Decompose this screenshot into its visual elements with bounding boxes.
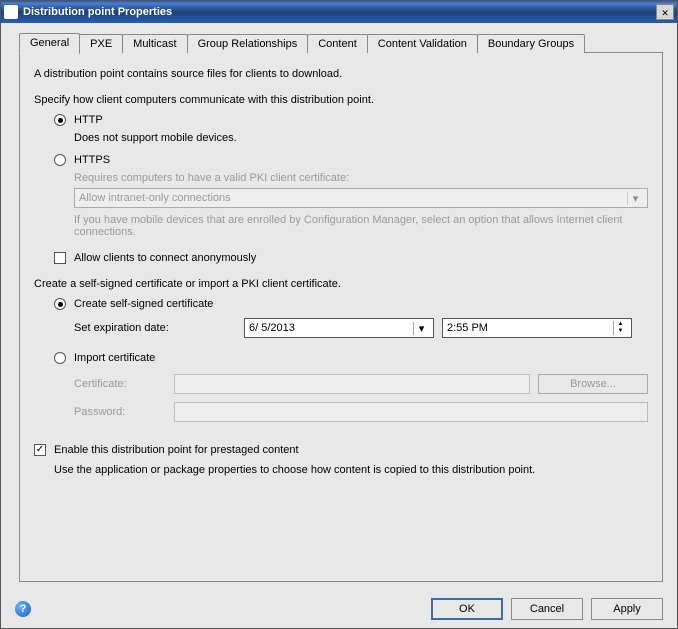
tab-content[interactable]: Content (307, 34, 368, 53)
anon-label: Allow clients to connect anonymously (74, 252, 256, 264)
intro-text: A distribution point contains source fil… (34, 68, 648, 80)
certificate-input (174, 374, 530, 394)
radio-import-row[interactable]: Import certificate (54, 352, 648, 364)
dialog-window: Distribution point Properties ✕ General … (0, 0, 678, 629)
radio-create-self-row[interactable]: Create self-signed certificate (54, 298, 648, 310)
prestage-label: Enable this distribution point for prest… (54, 444, 299, 456)
app-icon (4, 5, 18, 19)
tab-strip: General PXE Multicast Group Relationship… (19, 33, 663, 53)
certificate-label: Certificate: (74, 378, 174, 390)
http-note: Does not support mobile devices. (74, 132, 648, 144)
expiration-label: Set expiration date: (74, 322, 244, 334)
chevron-down-icon[interactable]: ▾ (413, 322, 429, 335)
https-note: Requires computers to have a valid PKI c… (74, 172, 648, 184)
https-connection-combo: Allow intranet-only connections ▾ (74, 188, 648, 208)
tab-general[interactable]: General (19, 33, 80, 54)
radio-https-row[interactable]: HTTPS (54, 154, 648, 166)
spinner-icon[interactable]: ▲▼ (613, 321, 627, 335)
prestage-check-row[interactable]: Enable this distribution point for prest… (34, 444, 648, 456)
titlebar[interactable]: Distribution point Properties ✕ (1, 1, 677, 23)
expiration-time-input[interactable]: 2:55 PM ▲▼ (442, 318, 632, 338)
password-label: Password: (74, 406, 174, 418)
radio-http-row[interactable]: HTTP (54, 114, 648, 126)
radio-https-label: HTTPS (74, 154, 110, 166)
radio-create-self[interactable] (54, 298, 66, 310)
checkbox-prestage[interactable] (34, 444, 46, 456)
https-combo-value: Allow intranet-only connections (79, 192, 231, 204)
create-self-label: Create self-signed certificate (74, 298, 213, 310)
tab-pxe[interactable]: PXE (79, 34, 123, 53)
prestage-note: Use the application or package propertie… (54, 464, 648, 476)
import-label: Import certificate (74, 352, 155, 364)
radio-http[interactable] (54, 114, 66, 126)
checkbox-anonymous[interactable] (54, 252, 66, 264)
https-hint: If you have mobile devices that are enro… (74, 214, 648, 238)
expiration-time-value: 2:55 PM (447, 322, 488, 334)
cancel-button[interactable]: Cancel (511, 598, 583, 620)
cert-intro: Create a self-signed certificate or impo… (34, 278, 648, 290)
tab-multicast[interactable]: Multicast (122, 34, 187, 53)
certificate-row: Certificate: Browse... (74, 374, 648, 394)
tab-panel-general: A distribution point contains source fil… (19, 52, 663, 582)
password-row: Password: (74, 402, 648, 422)
dialog-footer: ? OK Cancel Apply (1, 594, 677, 628)
expiration-row: Set expiration date: 6/ 5/2013 ▾ 2:55 PM… (74, 318, 648, 338)
close-icon[interactable]: ✕ (656, 4, 674, 20)
expiration-date-value: 6/ 5/2013 (249, 322, 295, 334)
radio-https[interactable] (54, 154, 66, 166)
expiration-date-input[interactable]: 6/ 5/2013 ▾ (244, 318, 434, 338)
help-icon[interactable]: ? (15, 601, 31, 617)
tab-group-relationships[interactable]: Group Relationships (187, 34, 309, 53)
content-area: General PXE Multicast Group Relationship… (1, 23, 677, 594)
radio-http-label: HTTP (74, 114, 103, 126)
window-title: Distribution point Properties (23, 6, 656, 18)
anon-check-row[interactable]: Allow clients to connect anonymously (54, 252, 648, 264)
specify-text: Specify how client computers communicate… (34, 94, 648, 106)
chevron-down-icon: ▾ (627, 192, 643, 205)
browse-button: Browse... (538, 374, 648, 394)
radio-import[interactable] (54, 352, 66, 364)
ok-button[interactable]: OK (431, 598, 503, 620)
tab-boundary-groups[interactable]: Boundary Groups (477, 34, 585, 53)
apply-button[interactable]: Apply (591, 598, 663, 620)
password-input (174, 402, 648, 422)
tab-content-validation[interactable]: Content Validation (367, 34, 478, 53)
